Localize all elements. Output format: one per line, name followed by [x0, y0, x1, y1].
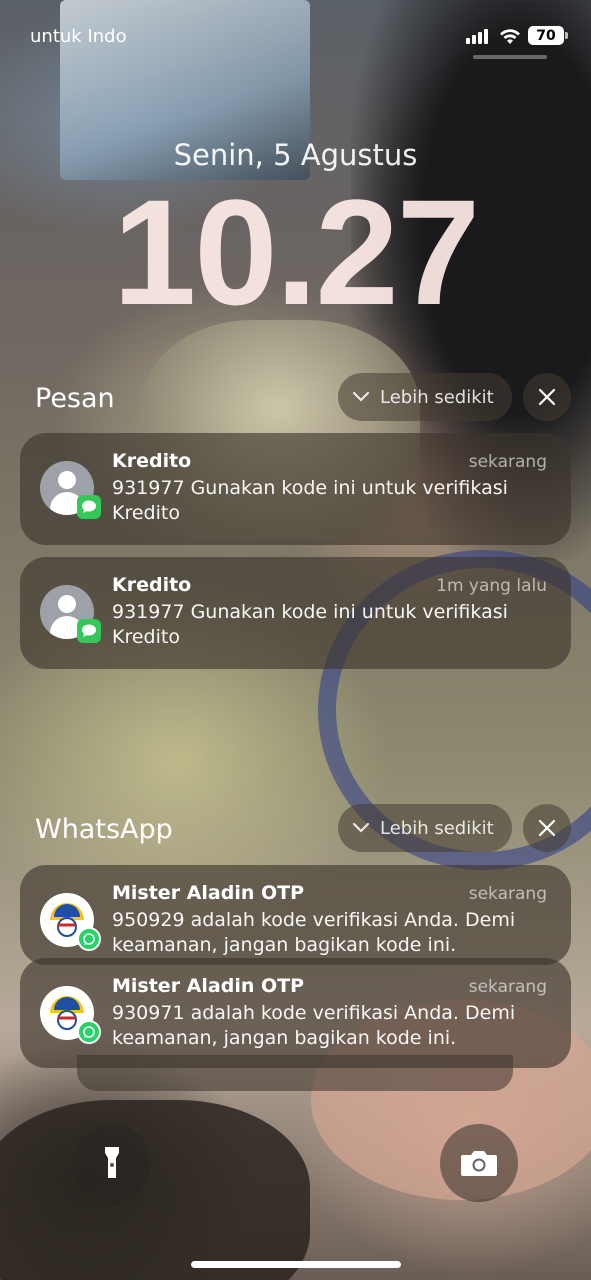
close-icon [538, 819, 556, 837]
notification-sender: Mister Aladin OTP [112, 975, 305, 997]
group-header-whatsapp: WhatsApp Lebih sedikit [20, 804, 571, 854]
messages-app-icon [77, 619, 101, 643]
clear-group-button[interactable] [523, 373, 571, 421]
battery-icon: 70 [528, 26, 568, 45]
close-icon [538, 388, 556, 406]
whatsapp-app-icon [77, 1020, 101, 1044]
notification-time: sekarang [468, 977, 547, 997]
chevron-down-icon [352, 822, 370, 833]
notification-card[interactable]: Kredito sekarang 931977 Gunakan kode ini… [20, 433, 571, 545]
show-less-label: Lebih sedikit [380, 386, 494, 408]
camera-icon [461, 1151, 497, 1176]
show-less-button[interactable]: Lebih sedikit [338, 804, 512, 852]
carrier-label: untuk Indo [30, 26, 127, 47]
notification-card[interactable]: Kredito 1m yang lalu 931977 Gunakan kode… [20, 557, 571, 669]
notification-sender: Kredito [112, 450, 192, 472]
camera-button[interactable] [440, 1124, 518, 1202]
control-center-indicator[interactable] [473, 55, 547, 59]
home-indicator[interactable] [191, 1261, 401, 1268]
clear-group-button[interactable] [523, 804, 571, 852]
chevron-down-icon [352, 391, 370, 402]
notification-time: sekarang [468, 452, 547, 472]
cellular-signal-icon [466, 28, 488, 44]
whatsapp-app-icon [77, 927, 101, 951]
notification-sender: Mister Aladin OTP [112, 882, 305, 904]
flashlight-button[interactable] [73, 1124, 151, 1202]
show-less-label: Lebih sedikit [380, 817, 494, 839]
notification-message: 931977 Gunakan kode ini untuk verifikasi… [112, 601, 508, 648]
battery-level: 70 [536, 27, 556, 44]
lock-time: 10.27 [112, 168, 480, 336]
notification-time: sekarang [468, 884, 547, 904]
show-less-button[interactable]: Lebih sedikit [338, 373, 512, 421]
notification-message: 931977 Gunakan kode ini untuk verifikasi… [112, 477, 508, 524]
notification-sender: Kredito [112, 574, 192, 596]
group-title: Pesan [35, 383, 115, 414]
group-header-messages: Pesan Lebih sedikit [20, 373, 571, 423]
notification-card[interactable]: Mister Aladin OTP sekarang 950929 adalah… [20, 865, 571, 965]
status-bar: untuk Indo 70 [0, 0, 591, 70]
notification-message: 950929 adalah kode verifikasi Anda. Demi… [112, 909, 516, 956]
notification-time: 1m yang lalu [436, 576, 547, 596]
wifi-icon [500, 29, 520, 44]
notification-card[interactable]: Mister Aladin OTP sekarang 930971 adalah… [20, 958, 571, 1068]
flashlight-icon [105, 1147, 119, 1178]
lock-date: Senin, 5 Agustus [173, 138, 418, 172]
notification-message: 930971 adalah kode verifikasi Anda. Demi… [112, 1002, 516, 1049]
group-title: WhatsApp [35, 814, 173, 845]
messages-app-icon [77, 495, 101, 519]
wallpaper-shirt [0, 1100, 310, 1280]
